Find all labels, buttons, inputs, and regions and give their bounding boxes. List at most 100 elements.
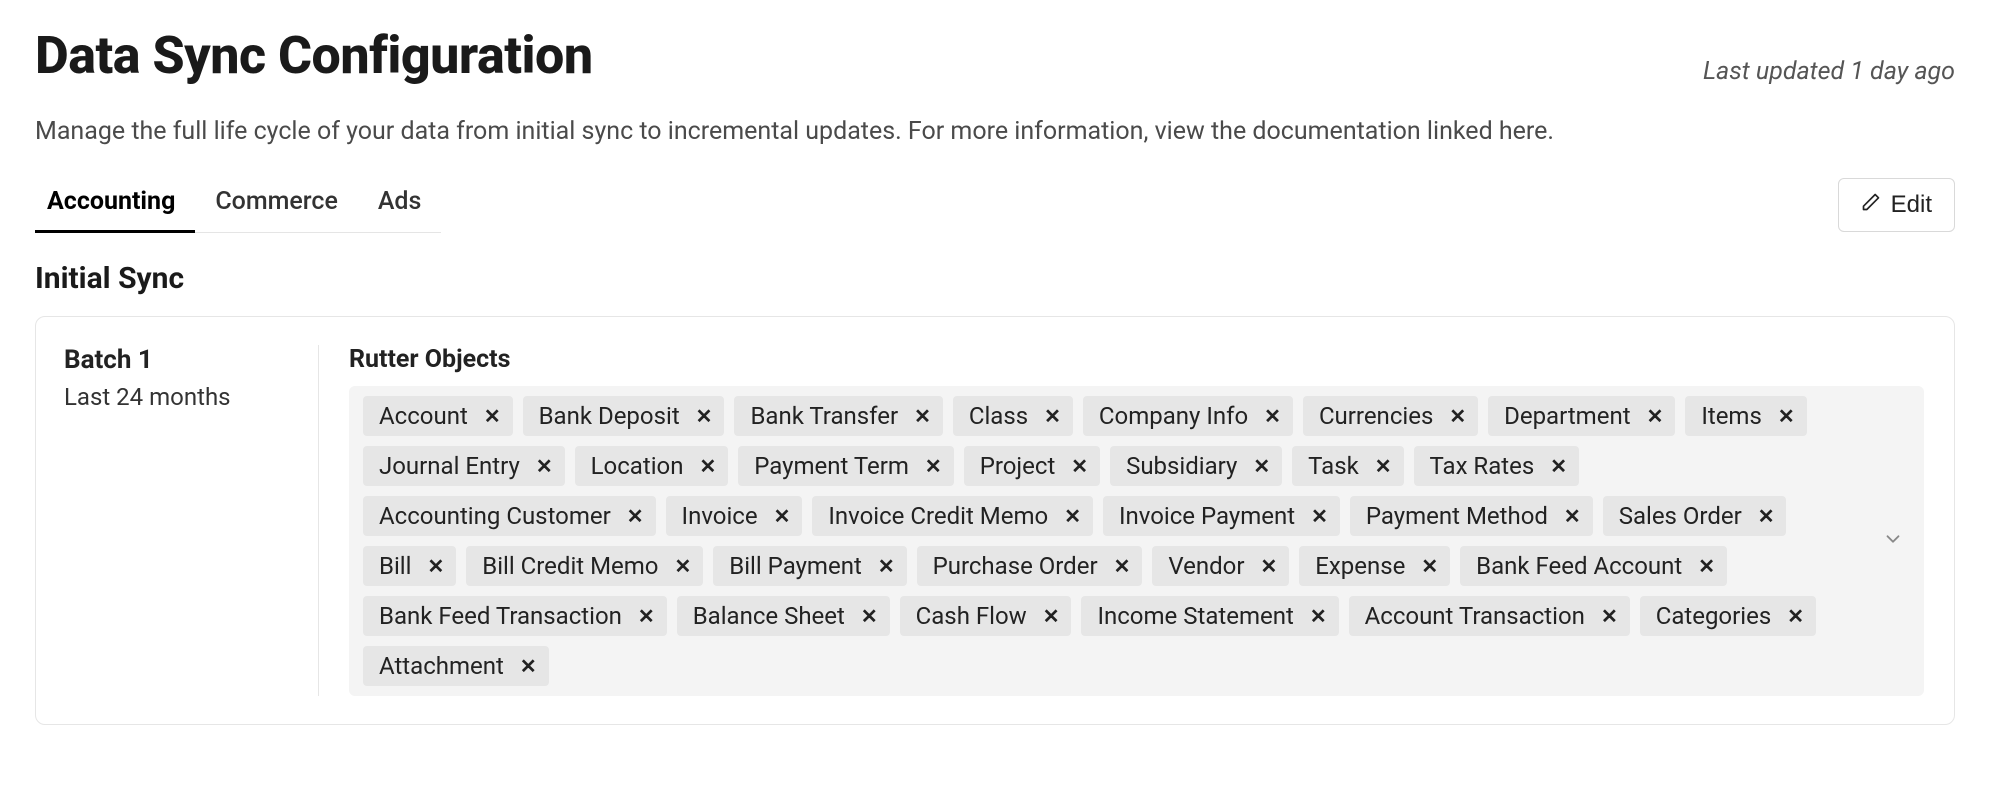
close-icon[interactable]: ✕: [1375, 456, 1392, 476]
batch-subtitle: Last 24 months: [64, 383, 298, 411]
close-icon[interactable]: ✕: [925, 456, 942, 476]
batch-info: Batch 1 Last 24 months: [64, 345, 319, 696]
object-tag: Accounting Customer ✕: [363, 496, 656, 536]
object-tag-label: Balance Sheet: [693, 602, 845, 630]
object-tag-label: Bank Feed Transaction: [379, 602, 622, 630]
object-tag-label: Account: [379, 402, 468, 430]
object-tag: Invoice Payment✕: [1103, 496, 1340, 536]
close-icon[interactable]: ✕: [1071, 456, 1088, 476]
close-icon[interactable]: ✕: [1064, 506, 1081, 526]
object-tag: Balance Sheet ✕: [677, 596, 890, 636]
object-tag: Project ✕: [964, 446, 1100, 486]
close-icon[interactable]: ✕: [878, 556, 895, 576]
close-icon[interactable]: ✕: [1310, 606, 1327, 626]
last-updated-text: Last updated 1 day ago: [1703, 57, 1955, 86]
object-tag: Sales Order ✕: [1603, 496, 1787, 536]
object-tag-label: Categories: [1656, 602, 1772, 630]
edit-button[interactable]: Edit: [1838, 178, 1955, 232]
object-tag: Account ✕: [363, 396, 513, 436]
close-icon[interactable]: ✕: [1260, 556, 1277, 576]
close-icon[interactable]: ✕: [1778, 406, 1795, 426]
object-tag: Expense✕: [1299, 546, 1450, 586]
close-icon[interactable]: ✕: [427, 556, 444, 576]
close-icon[interactable]: ✕: [861, 606, 878, 626]
object-tag: Bill✕: [363, 546, 456, 586]
object-tag: Department✕: [1488, 396, 1675, 436]
object-tag-label: Bill Credit Memo: [482, 552, 658, 580]
object-tag-label: Income Statement: [1097, 602, 1293, 630]
object-tag: Tax Rates✕: [1414, 446, 1579, 486]
close-icon[interactable]: ✕: [1550, 456, 1567, 476]
close-icon[interactable]: ✕: [675, 556, 692, 576]
object-tag: Items ✕: [1685, 396, 1806, 436]
close-icon[interactable]: ✕: [1787, 606, 1804, 626]
close-icon[interactable]: ✕: [914, 406, 931, 426]
close-icon[interactable]: ✕: [1758, 506, 1775, 526]
page-title: Data Sync Configuration: [35, 25, 593, 86]
object-tag: Bill Credit Memo ✕: [466, 546, 703, 586]
object-tag-label: Items: [1701, 402, 1762, 430]
close-icon[interactable]: ✕: [536, 456, 553, 476]
object-tag-label: Payment Term: [754, 452, 909, 480]
object-tag-label: Company Info: [1099, 402, 1248, 430]
page-description: Manage the full life cycle of your data …: [35, 114, 1955, 149]
object-tag: Income Statement ✕: [1081, 596, 1338, 636]
tab-commerce[interactable]: Commerce: [195, 177, 358, 233]
object-tag-label: Account Transaction: [1365, 602, 1585, 630]
close-icon[interactable]: ✕: [774, 506, 791, 526]
close-icon[interactable]: ✕: [1698, 556, 1715, 576]
close-icon[interactable]: ✕: [1564, 506, 1581, 526]
object-tag-label: Journal Entry: [379, 452, 520, 480]
object-tag: Task ✕: [1292, 446, 1403, 486]
object-tag-label: Cash Flow: [916, 602, 1027, 630]
tab-ads[interactable]: Ads: [358, 177, 442, 233]
object-tag: Categories ✕: [1640, 596, 1816, 636]
close-icon[interactable]: ✕: [1264, 406, 1281, 426]
batch-title: Batch 1: [64, 345, 298, 375]
close-icon[interactable]: ✕: [1421, 556, 1438, 576]
object-tag-label: Sales Order: [1619, 502, 1742, 530]
rutter-objects-multiselect[interactable]: Account✕Bank Deposit✕Bank Transfer✕Class…: [349, 386, 1924, 696]
object-tag: Purchase Order ✕: [917, 546, 1143, 586]
object-tag: Vendor✕: [1152, 546, 1289, 586]
close-icon[interactable]: ✕: [1114, 556, 1131, 576]
close-icon[interactable]: ✕: [1647, 406, 1664, 426]
object-tag-label: Bill Payment: [729, 552, 862, 580]
object-tag-label: Subsidiary: [1126, 452, 1237, 480]
close-icon[interactable]: ✕: [1601, 606, 1618, 626]
close-icon[interactable]: ✕: [520, 656, 537, 676]
chevron-down-icon[interactable]: [1882, 528, 1904, 554]
object-tag-label: Bank Feed Account: [1476, 552, 1682, 580]
object-tag: Payment Method ✕: [1350, 496, 1593, 536]
rutter-objects-label: Rutter Objects: [349, 345, 1924, 374]
object-tag-label: Purchase Order: [933, 552, 1098, 580]
close-icon[interactable]: ✕: [1449, 406, 1466, 426]
object-tag: Invoice Credit Memo ✕: [812, 496, 1093, 536]
close-icon[interactable]: ✕: [484, 406, 501, 426]
close-icon[interactable]: ✕: [1043, 606, 1060, 626]
close-icon[interactable]: ✕: [627, 506, 644, 526]
close-icon[interactable]: ✕: [1253, 456, 1270, 476]
object-tag: Bank Deposit✕: [523, 396, 725, 436]
object-tag-label: Location: [591, 452, 684, 480]
edit-button-label: Edit: [1891, 191, 1932, 219]
object-tag: Bank Feed Transaction ✕: [363, 596, 667, 636]
close-icon[interactable]: ✕: [699, 456, 716, 476]
object-tag: Class ✕: [953, 396, 1073, 436]
object-tag-label: Task: [1308, 452, 1359, 480]
object-tag-label: Class: [969, 402, 1028, 430]
object-tag-label: Invoice Credit Memo: [828, 502, 1048, 530]
object-tag-label: Accounting Customer: [379, 502, 611, 530]
section-heading: Initial Sync: [35, 261, 1955, 296]
close-icon[interactable]: ✕: [1311, 506, 1328, 526]
close-icon[interactable]: ✕: [696, 406, 713, 426]
close-icon[interactable]: ✕: [638, 606, 655, 626]
object-tag-label: Project: [980, 452, 1056, 480]
tab-accounting[interactable]: Accounting: [35, 177, 195, 233]
close-icon[interactable]: ✕: [1044, 406, 1061, 426]
object-tag-label: Payment Method: [1366, 502, 1548, 530]
object-tag: Subsidiary ✕: [1110, 446, 1282, 486]
object-tag: Attachment✕: [363, 646, 549, 686]
object-tag: Bill Payment ✕: [713, 546, 906, 586]
object-tag-label: Currencies: [1319, 402, 1433, 430]
